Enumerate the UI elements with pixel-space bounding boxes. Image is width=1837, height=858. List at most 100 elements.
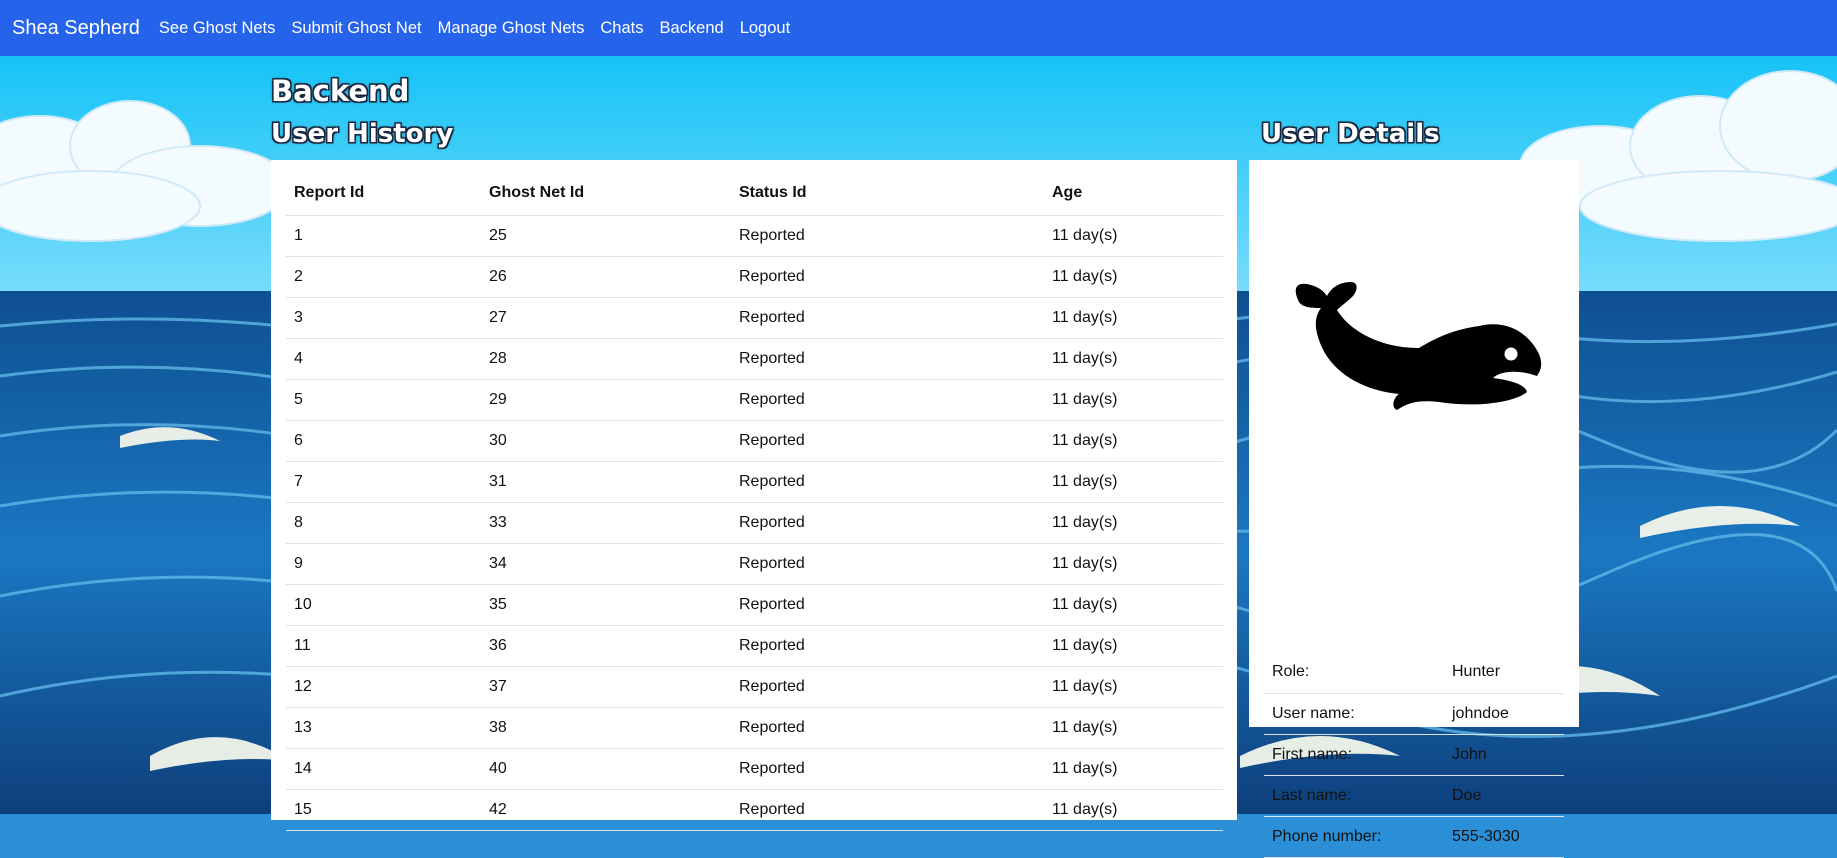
detail-row: Phone number: 555-3030 bbox=[1264, 816, 1564, 858]
detail-label: First name: bbox=[1264, 734, 1444, 776]
cell-status-id: Reported bbox=[731, 461, 1044, 503]
table-row: 11 36 Reported 11 day(s) bbox=[286, 625, 1223, 667]
table-row: 8 33 Reported 11 day(s) bbox=[286, 502, 1223, 544]
cell-age: 11 day(s) bbox=[1044, 502, 1223, 544]
cell-ghost-net-id: 25 bbox=[481, 215, 731, 257]
cell-age: 11 day(s) bbox=[1044, 256, 1223, 298]
column-header-age: Age bbox=[1044, 160, 1223, 216]
user-history-title: User History bbox=[271, 119, 454, 149]
cell-report-id: 11 bbox=[286, 625, 481, 667]
detail-row: Role: Hunter bbox=[1264, 652, 1564, 694]
cell-ghost-net-id: 27 bbox=[481, 297, 731, 339]
detail-row: Last name: Doe bbox=[1264, 775, 1564, 817]
cell-report-id: 14 bbox=[286, 748, 481, 790]
cell-ghost-net-id: 37 bbox=[481, 666, 731, 708]
cell-age: 11 day(s) bbox=[1044, 338, 1223, 380]
cell-status-id: Reported bbox=[731, 789, 1044, 831]
cell-report-id: 4 bbox=[286, 338, 481, 380]
cell-report-id: 2 bbox=[286, 256, 481, 298]
cell-status-id: Reported bbox=[731, 297, 1044, 339]
cell-age: 11 day(s) bbox=[1044, 215, 1223, 257]
cell-status-id: Reported bbox=[731, 256, 1044, 298]
cell-ghost-net-id: 34 bbox=[481, 543, 731, 585]
cell-report-id: 1 bbox=[286, 215, 481, 257]
column-header-ghost-net-id: Ghost Net Id bbox=[481, 160, 731, 216]
cell-age: 11 day(s) bbox=[1044, 707, 1223, 749]
cell-age: 11 day(s) bbox=[1044, 420, 1223, 462]
detail-label: Role: bbox=[1264, 652, 1444, 694]
cell-age: 11 day(s) bbox=[1044, 748, 1223, 790]
detail-row: User name: johndoe bbox=[1264, 693, 1564, 735]
detail-value: Doe bbox=[1444, 775, 1564, 817]
cell-report-id: 5 bbox=[286, 379, 481, 421]
cell-ghost-net-id: 40 bbox=[481, 748, 731, 790]
detail-value: Hunter bbox=[1444, 652, 1564, 694]
table-row: 9 34 Reported 11 day(s) bbox=[286, 543, 1223, 585]
table-row: 7 31 Reported 11 day(s) bbox=[286, 461, 1223, 503]
cell-age: 11 day(s) bbox=[1044, 789, 1223, 831]
cell-status-id: Reported bbox=[731, 379, 1044, 421]
column-header-status-id: Status Id bbox=[731, 160, 1044, 216]
detail-label: Phone number: bbox=[1264, 816, 1444, 858]
table-header-row: Report Id Ghost Net Id Status Id Age bbox=[286, 160, 1223, 216]
cell-report-id: 3 bbox=[286, 297, 481, 339]
table-row: 10 35 Reported 11 day(s) bbox=[286, 584, 1223, 626]
user-details-card: Role: Hunter User name: johndoe First name: J… bbox=[1249, 160, 1579, 858]
table-row: 4 28 Reported 11 day(s) bbox=[286, 338, 1223, 380]
nav-chats[interactable]: Chats bbox=[600, 19, 643, 38]
cell-report-id: 13 bbox=[286, 707, 481, 749]
cell-report-id: 6 bbox=[286, 420, 481, 462]
cell-status-id: Reported bbox=[731, 748, 1044, 790]
whale-icon bbox=[1295, 282, 1542, 410]
detail-value: johndoe bbox=[1444, 693, 1564, 735]
cell-age: 11 day(s) bbox=[1044, 297, 1223, 339]
table-row: 12 37 Reported 11 day(s) bbox=[286, 666, 1223, 708]
cell-report-id: 9 bbox=[286, 543, 481, 585]
cell-age: 11 day(s) bbox=[1044, 666, 1223, 708]
cell-status-id: Reported bbox=[731, 338, 1044, 380]
table-row: 5 29 Reported 11 day(s) bbox=[286, 379, 1223, 421]
cell-ghost-net-id: 28 bbox=[481, 338, 731, 380]
cell-status-id: Reported bbox=[731, 584, 1044, 626]
cell-report-id: 8 bbox=[286, 502, 481, 544]
cell-age: 11 day(s) bbox=[1044, 379, 1223, 421]
cell-status-id: Reported bbox=[731, 625, 1044, 667]
nav-see-ghost-nets[interactable]: See Ghost Nets bbox=[159, 19, 275, 38]
cell-ghost-net-id: 33 bbox=[481, 502, 731, 544]
cell-status-id: Reported bbox=[731, 666, 1044, 708]
nav-submit-ghost-net[interactable]: Submit Ghost Net bbox=[291, 19, 421, 38]
nav-logout[interactable]: Logout bbox=[740, 19, 790, 38]
cell-ghost-net-id: 29 bbox=[481, 379, 731, 421]
cell-report-id: 10 bbox=[286, 584, 481, 626]
user-history-card: Report Id Ghost Net Id Status Id Age 1 25… bbox=[271, 160, 1237, 831]
detail-value: 555-3030 bbox=[1444, 816, 1564, 858]
cell-ghost-net-id: 30 bbox=[481, 420, 731, 462]
brand-link[interactable]: Shea Sepherd bbox=[12, 17, 140, 40]
cell-ghost-net-id: 42 bbox=[481, 789, 731, 831]
cell-age: 11 day(s) bbox=[1044, 461, 1223, 503]
cell-age: 11 day(s) bbox=[1044, 584, 1223, 626]
cell-age: 11 day(s) bbox=[1044, 625, 1223, 667]
table-row: 14 40 Reported 11 day(s) bbox=[286, 748, 1223, 790]
table-row: 1 25 Reported 11 day(s) bbox=[286, 215, 1223, 257]
cell-status-id: Reported bbox=[731, 543, 1044, 585]
nav-backend[interactable]: Backend bbox=[659, 19, 723, 38]
table-row: 2 26 Reported 11 day(s) bbox=[286, 256, 1223, 298]
detail-label: User name: bbox=[1264, 693, 1444, 735]
nav-manage-ghost-nets[interactable]: Manage Ghost Nets bbox=[438, 19, 585, 38]
user-details-table: Role: Hunter User name: johndoe First name: J… bbox=[1264, 652, 1564, 858]
cell-report-id: 12 bbox=[286, 666, 481, 708]
page-title: Backend bbox=[271, 74, 410, 108]
cell-ghost-net-id: 26 bbox=[481, 256, 731, 298]
cell-age: 11 day(s) bbox=[1044, 543, 1223, 585]
detail-label: Last name: bbox=[1264, 775, 1444, 817]
cell-report-id: 7 bbox=[286, 461, 481, 503]
detail-row: First name: John bbox=[1264, 734, 1564, 776]
cell-ghost-net-id: 35 bbox=[481, 584, 731, 626]
table-row: 6 30 Reported 11 day(s) bbox=[286, 420, 1223, 462]
cell-status-id: Reported bbox=[731, 420, 1044, 462]
cell-ghost-net-id: 31 bbox=[481, 461, 731, 503]
table-row: 15 42 Reported 11 day(s) bbox=[286, 789, 1223, 831]
cell-status-id: Reported bbox=[731, 215, 1044, 257]
cell-status-id: Reported bbox=[731, 707, 1044, 749]
